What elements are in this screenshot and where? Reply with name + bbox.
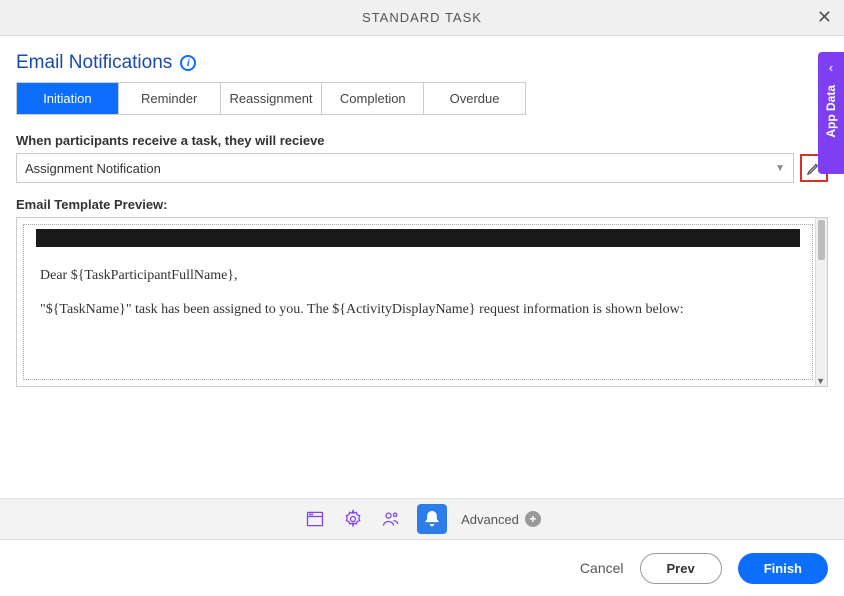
receive-label: When participants receive a task, they w…	[16, 133, 828, 148]
preview-box: Dear ${TaskParticipantFullName}, "${Task…	[16, 217, 828, 387]
notification-icon[interactable]	[417, 504, 447, 534]
tab-initiation[interactable]: Initiation	[17, 83, 119, 114]
advanced-label: Advanced	[461, 512, 519, 527]
tab-reminder[interactable]: Reminder	[119, 83, 221, 114]
preview-header-bar	[36, 229, 800, 247]
select-value: Assignment Notification	[25, 161, 161, 176]
footer-actions: Cancel Prev Finish	[0, 540, 844, 596]
tab-overdue[interactable]: Overdue	[424, 83, 525, 114]
finish-button[interactable]: Finish	[738, 553, 828, 584]
tab-reassignment[interactable]: Reassignment	[221, 83, 323, 114]
preview-label: Email Template Preview:	[16, 197, 828, 212]
plus-icon: +	[525, 511, 541, 527]
close-icon[interactable]: ✕	[817, 7, 832, 28]
preview-text: Dear ${TaskParticipantFullName}, "${Task…	[28, 265, 808, 322]
header-bar: STANDARD TASK ✕	[0, 0, 844, 36]
advanced-button[interactable]: Advanced +	[461, 511, 541, 527]
people-icon[interactable]	[379, 507, 403, 531]
info-icon[interactable]: i	[180, 55, 196, 71]
prev-button[interactable]: Prev	[640, 553, 722, 584]
page-title: Email Notifications	[16, 52, 172, 74]
tab-completion[interactable]: Completion	[322, 83, 424, 114]
preview-line-1: Dear ${TaskParticipantFullName},	[40, 265, 796, 287]
bottom-toolbar: Advanced +	[0, 498, 844, 540]
preview-scrollbar[interactable]: ▼	[815, 218, 827, 386]
app-data-tab[interactable]: ‹ App Data	[818, 52, 844, 174]
header-title: STANDARD TASK	[362, 10, 482, 25]
preview-line-2: "${TaskName}" task has been assigned to …	[40, 299, 796, 321]
scroll-down-icon[interactable]: ▼	[816, 376, 825, 386]
chevron-down-icon: ▼	[775, 163, 785, 174]
chevron-left-icon: ‹	[829, 60, 833, 75]
tabs: Initiation Reminder Reassignment Complet…	[16, 82, 526, 115]
app-data-label: App Data	[824, 85, 838, 138]
notification-select[interactable]: Assignment Notification ▼	[16, 153, 794, 183]
scroll-thumb[interactable]	[818, 220, 825, 260]
cancel-button[interactable]: Cancel	[580, 560, 624, 576]
gear-icon[interactable]	[341, 507, 365, 531]
window-icon[interactable]	[303, 507, 327, 531]
